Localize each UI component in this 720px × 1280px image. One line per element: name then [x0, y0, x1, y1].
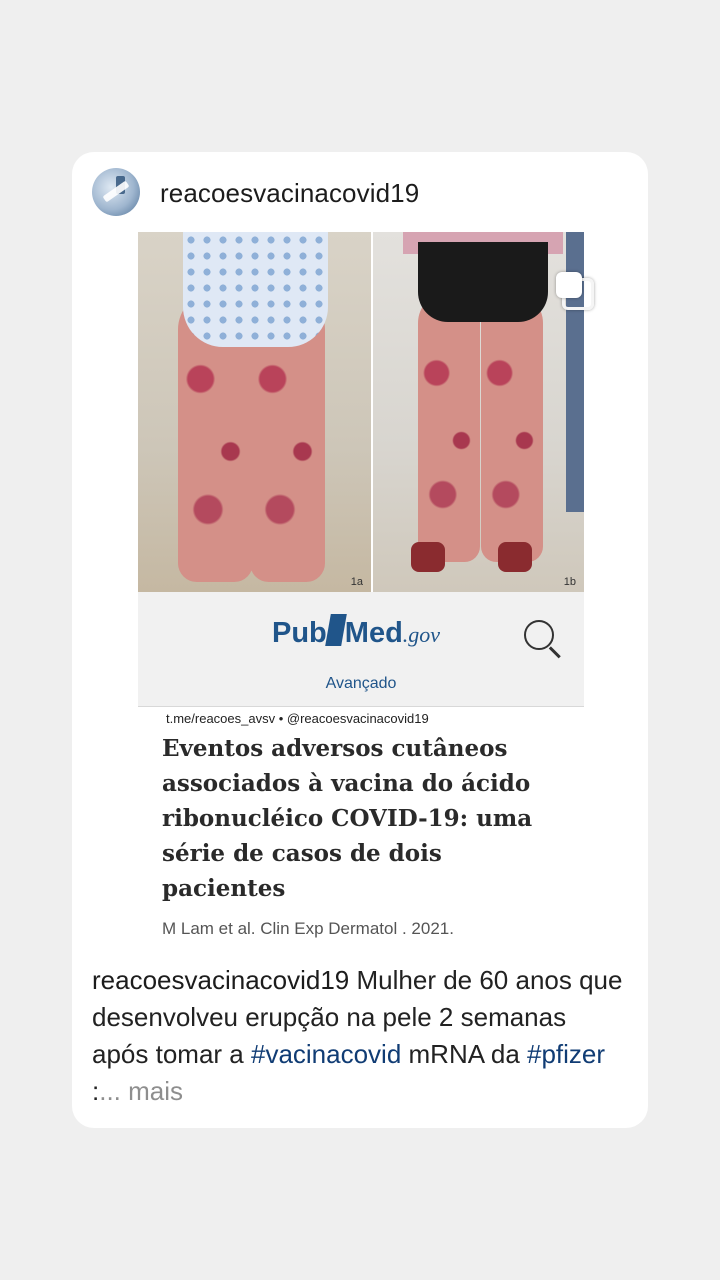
garment-1a — [183, 232, 328, 347]
photo-1b: 1b — [373, 232, 584, 592]
leg-right-2 — [481, 292, 543, 562]
post-caption: reacoesvacinacovid19 Mulher de 60 anos q… — [92, 962, 628, 1110]
more-link[interactable]: ... mais — [99, 1076, 183, 1106]
article-title: Eventos adversos cutâneos associados à v… — [162, 735, 533, 902]
photo-label-1b: 1b — [563, 576, 576, 588]
shoe-left — [411, 542, 445, 572]
advanced-search-link[interactable]: Avançado — [138, 675, 584, 693]
photo-label-1a: 1a — [350, 576, 363, 588]
photo-collage: 1a 1b — [138, 232, 594, 592]
caption-text-2: mRNA da — [401, 1039, 528, 1069]
article-preview: t.me/reacoes_avsv • @reacoesvacinacovid1… — [138, 707, 584, 945]
carousel-stack-icon — [556, 272, 594, 310]
article-citation: M Lam et al. Clin Exp Dermatol . 2021. — [162, 919, 454, 938]
garment-1b — [418, 242, 548, 322]
hashtag-pfizer[interactable]: #pfizer — [527, 1039, 605, 1069]
post-media[interactable]: 1a 1b Pub Med.gov Avançado t.me/reacoes_… — [138, 232, 594, 945]
search-icon[interactable] — [524, 620, 554, 650]
photo-1a: 1a — [138, 232, 371, 592]
source-line: t.me/reacoes_avsv • @reacoesvacinacovid1… — [166, 711, 429, 726]
avatar[interactable] — [92, 168, 140, 216]
leg-left-2 — [418, 292, 480, 562]
caption-username[interactable]: reacoesvacinacovid19 — [92, 965, 349, 995]
shoe-right — [498, 542, 532, 572]
post-header: reacoesvacinacovid19 — [92, 168, 632, 218]
pubmed-logo: Pub Med.gov — [272, 614, 440, 650]
post-card: reacoesvacinacovid19 1a 1b Pub Med.gov A… — [72, 152, 648, 1128]
pubmed-book-icon — [324, 614, 347, 646]
pubmed-header: Pub Med.gov Avançado — [138, 592, 584, 707]
hashtag-vacinacovid[interactable]: #vacinacovid — [251, 1039, 401, 1069]
post-username[interactable]: reacoesvacinacovid19 — [160, 178, 419, 209]
